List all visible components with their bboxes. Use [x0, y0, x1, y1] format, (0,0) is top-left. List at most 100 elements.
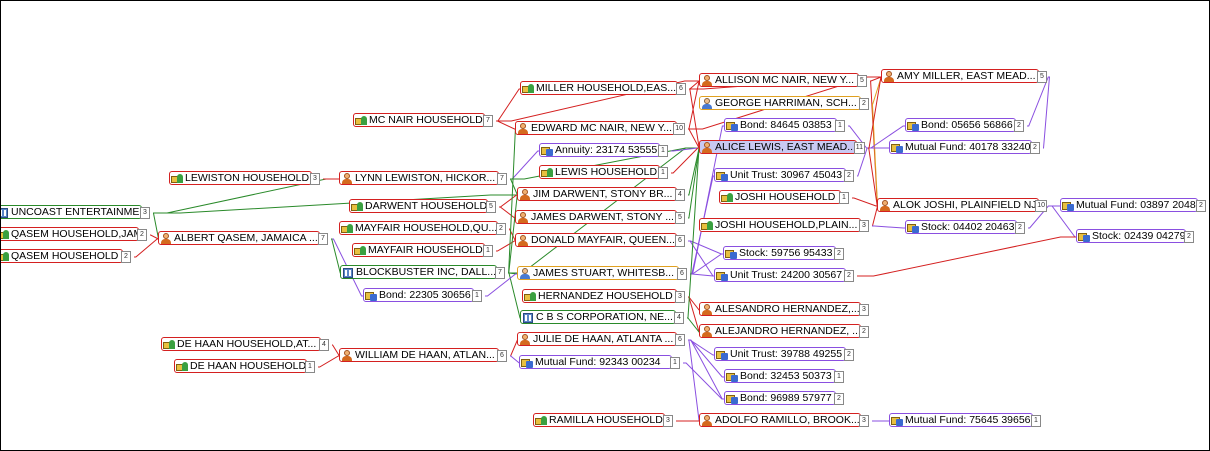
edge-donald-to-stock_59756	[688, 240, 724, 255]
node-bond-96989[interactable]: Bond: 96989 57977 2	[724, 391, 844, 405]
person-icon	[517, 122, 530, 134]
link-count-badge: 1	[834, 371, 844, 383]
link-count-badge: 2	[1030, 142, 1040, 154]
node-bond-32453[interactable]: Bond: 32453 50373 1	[724, 369, 844, 383]
node-label: Annuity: 23174 53555	[555, 144, 658, 156]
node-lewiston-household[interactable]: LEWISTON HOUSEHOLD 3	[169, 171, 320, 185]
node-label: Stock: 02439 04279	[1092, 230, 1185, 242]
node-label: Stock: 04402 20463	[921, 221, 1015, 233]
person-icon	[701, 141, 714, 153]
node-label: ALBERT QASEM, JAMAICA ...	[174, 232, 318, 244]
edge-dehaan_hh-to-william	[318, 355, 340, 368]
node-label: Unit Trust: 30967 45043	[730, 169, 843, 181]
household-icon	[1, 251, 10, 262]
node-stock-02439[interactable]: Stock: 02439 04279 2	[1076, 229, 1194, 243]
node-stock-59756[interactable]: Stock: 59756 95433 2	[723, 246, 844, 260]
link-count-badge: 7	[483, 115, 493, 127]
node-donald-mayfair[interactable]: DONALD MAYFAIR, QUEEN... 6	[515, 233, 685, 247]
node-bond-22305[interactable]: Bond: 22305 30656 1	[363, 288, 482, 302]
node-alejandro-hernandez[interactable]: ALEJANDRO HERNANDEZ, ... 2	[699, 324, 869, 338]
household-icon	[176, 361, 189, 372]
node-label: HERNANDEZ HOUSEHOLD	[538, 290, 673, 302]
node-edward-mc-nair[interactable]: EDWARD MC NAIR, NEW Y... 10	[515, 121, 685, 135]
person-icon	[701, 325, 714, 337]
node-allison-mc-nair[interactable]: ALLISON MC NAIR, NEW Y... 5	[699, 73, 867, 87]
node-mutual-fund-92343[interactable]: Mutual Fund: 92343 00234 1	[519, 355, 680, 369]
node-label: LEWIS HOUSEHOLD	[555, 166, 658, 178]
link-count-badge: 5	[486, 201, 496, 213]
link-count-badge: 7	[495, 267, 505, 279]
link-count-badge: 2	[496, 223, 506, 235]
node-joshi-household[interactable]: JOSHI HOUSEHOLD 1	[719, 190, 849, 204]
node-julie-de-haan[interactable]: JULIE DE HAAN, ATLANTA ... 6	[517, 332, 685, 346]
node-joshi-household-plainfield[interactable]: JOSHI HOUSEHOLD,PLAIN... 3	[699, 218, 869, 232]
link-count-badge: 6	[497, 350, 507, 362]
node-bond-05656[interactable]: Bond: 05656 56866 2	[905, 118, 1024, 132]
node-albert-qasem[interactable]: ALBERT QASEM, JAMAICA ... 7	[158, 231, 328, 245]
node-darwent-household[interactable]: DARWENT HOUSEHOLD 5	[349, 199, 496, 213]
node-unit-trust-30967[interactable]: Unit Trust: 30967 45043 2	[714, 168, 854, 182]
link-count-badge: 2	[1014, 120, 1024, 132]
node-stock-04402[interactable]: Stock: 04402 20463 2	[905, 220, 1025, 234]
node-lewis-household[interactable]: LEWIS HOUSEHOLD 1	[539, 165, 668, 179]
edge-mf_92343-to-bond_96989	[683, 362, 725, 400]
node-label: ALEJANDRO HERNANDEZ, ...	[715, 325, 860, 337]
node-annuity-23174[interactable]: Annuity: 23174 53555 1	[539, 143, 668, 157]
node-mutual-fund-03897[interactable]: Mutual Fund: 03897 20486 2	[1060, 198, 1206, 212]
node-unit-trust-24200[interactable]: Unit Trust: 24200 30567 2	[714, 268, 854, 282]
node-mutual-fund-40178[interactable]: Mutual Fund: 40178 33240 2	[889, 140, 1040, 154]
node-de-haan-household-atlanta[interactable]: DE HAAN HOUSEHOLD,AT... 4	[161, 337, 329, 351]
node-qasem-household-jamaica[interactable]: QASEM HOUSEHOLD,JAM... 2	[1, 227, 147, 241]
node-mc-nair-household[interactable]: MC NAIR HOUSEHOLD 7	[353, 113, 493, 127]
node-label: ALESANDRO HERNANDEZ,...	[715, 303, 860, 315]
node-alok-joshi[interactable]: ALOK JOSHI, PLAINFIELD NJ 10	[877, 198, 1047, 212]
link-count-badge: 1	[835, 120, 845, 132]
person-icon	[517, 234, 530, 246]
edge-alice-to-amy	[868, 76, 882, 149]
node-label: Bond: 32453 50373	[740, 370, 832, 382]
node-james-darwent[interactable]: JAMES DARWENT, STONY ... 5	[515, 210, 685, 224]
link-count-badge: 11	[853, 142, 865, 154]
node-cbs-corporation[interactable]: C B S CORPORATION, NE... 4	[520, 310, 684, 324]
person-icon	[341, 172, 354, 184]
link-count-badge: 2	[1196, 200, 1206, 212]
node-alesandro-hernandez[interactable]: ALESANDRO HERNANDEZ,... 3	[699, 302, 869, 316]
link-count-badge: 5	[857, 75, 867, 87]
node-label: Mutual Fund: 03897 20486	[1076, 199, 1197, 211]
node-william-de-haan[interactable]: WILLIAM DE HAAN, ATLAN... 6	[339, 348, 507, 362]
household-icon	[163, 339, 176, 350]
node-mayfair-household-queens[interactable]: MAYFAIR HOUSEHOLD,QU... 2	[339, 221, 506, 235]
node-mayfair-household[interactable]: MAYFAIR HOUSEHOLD 1	[352, 243, 493, 257]
person-icon	[519, 333, 532, 345]
node-blockbuster-inc[interactable]: BLOCKBUSTER INC, DALL... 7	[340, 265, 505, 279]
node-label: Mutual Fund: 75645 39656	[905, 414, 1031, 426]
link-count-badge: 6	[675, 334, 685, 346]
node-label: QASEM HOUSEHOLD,JAM...	[11, 228, 138, 240]
link-count-badge: 10	[673, 123, 685, 135]
node-unit-trust-39788[interactable]: Unit Trust: 39788 49255 2	[714, 347, 854, 361]
node-de-haan-household[interactable]: DE HAAN HOUSEHOLD 1	[174, 359, 315, 373]
node-hernandez-household[interactable]: HERNANDEZ HOUSEHOLD 3	[522, 289, 685, 303]
node-jim-darwent[interactable]: JIM DARWENT, STONY BR... 4	[517, 187, 685, 201]
node-adolfo-ramillo[interactable]: ADOLFO RAMILLO, BROOK... 3	[699, 413, 869, 427]
account-icon	[726, 393, 739, 404]
node-george-harriman[interactable]: GEORGE HARRIMAN, SCH... 2	[699, 96, 869, 110]
node-qasem-household[interactable]: QASEM HOUSEHOLD 2	[1, 249, 131, 263]
link-count-badge: 5	[1037, 71, 1047, 83]
node-suncoast-entertainment[interactable]: UNCOAST ENTERTAINME... 3	[1, 205, 150, 219]
node-amy-miller[interactable]: AMY MILLER, EAST MEAD... 5	[881, 69, 1047, 83]
link-count-badge: 2	[121, 251, 131, 263]
node-lynn-lewiston[interactable]: LYNN LEWISTON, HICKOR... 7	[339, 171, 507, 185]
node-ramilla-household[interactable]: RAMILLA HOUSEHOLD 3	[533, 413, 673, 427]
node-bond-84645[interactable]: Bond: 84645 03853 1	[724, 118, 845, 132]
node-james-stuart[interactable]: JAMES STUART, WHITESB... 6	[517, 266, 687, 280]
node-label: Mutual Fund: 92343 00234	[535, 356, 661, 368]
account-icon	[541, 145, 554, 156]
person-icon	[519, 188, 532, 200]
node-miller-household[interactable]: MILLER HOUSEHOLD,EAS... 6	[520, 81, 686, 95]
link-count-badge: 1	[483, 245, 493, 257]
node-mutual-fund-75645[interactable]: Mutual Fund: 75645 39656 1	[889, 413, 1041, 427]
relationship-graph-canvas[interactable]: UNCOAST ENTERTAINME... 3 QASEM HOUSEHOLD,…	[0, 0, 1210, 451]
node-alice-lewis[interactable]: ALICE LEWIS, EAST MEAD... 11	[699, 140, 865, 154]
link-count-badge: 4	[675, 189, 685, 201]
